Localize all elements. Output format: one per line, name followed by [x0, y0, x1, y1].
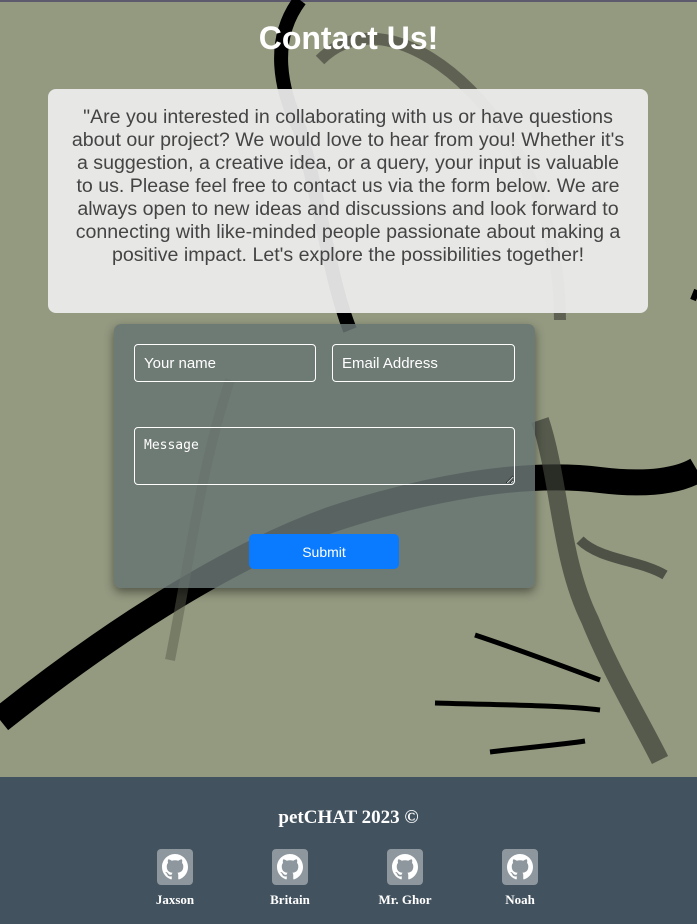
intro-text: "Are you interested in collaborating wit… [71, 106, 625, 266]
email-input[interactable] [332, 344, 515, 382]
github-icon[interactable] [157, 849, 193, 885]
github-icon[interactable] [502, 849, 538, 885]
github-icon[interactable] [272, 849, 308, 885]
member-name: Noah [505, 892, 535, 907]
member-name: Mr. Ghor [378, 892, 432, 907]
intro-card: "Are you interested in collaborating wit… [48, 89, 648, 313]
name-input[interactable] [134, 344, 316, 382]
submit-button[interactable]: Submit [249, 534, 399, 569]
member-link-jaxson[interactable]: Jaxson [130, 849, 220, 908]
github-icon[interactable] [387, 849, 423, 885]
member-link-noah[interactable]: Noah [475, 849, 565, 908]
member-link-britain[interactable]: Britain [245, 849, 335, 908]
message-textarea[interactable] [134, 427, 515, 485]
footer-title: petCHAT 2023 © [278, 807, 419, 828]
member-name: Jaxson [155, 892, 195, 907]
member-name: Britain [270, 892, 310, 907]
footer: petCHAT 2023 © Jaxson Britain Mr. Ghor N… [0, 777, 697, 924]
contact-form: Submit [114, 324, 535, 588]
page-title: Contact Us! [258, 20, 439, 56]
member-link-mr-ghor[interactable]: Mr. Ghor [360, 849, 450, 908]
